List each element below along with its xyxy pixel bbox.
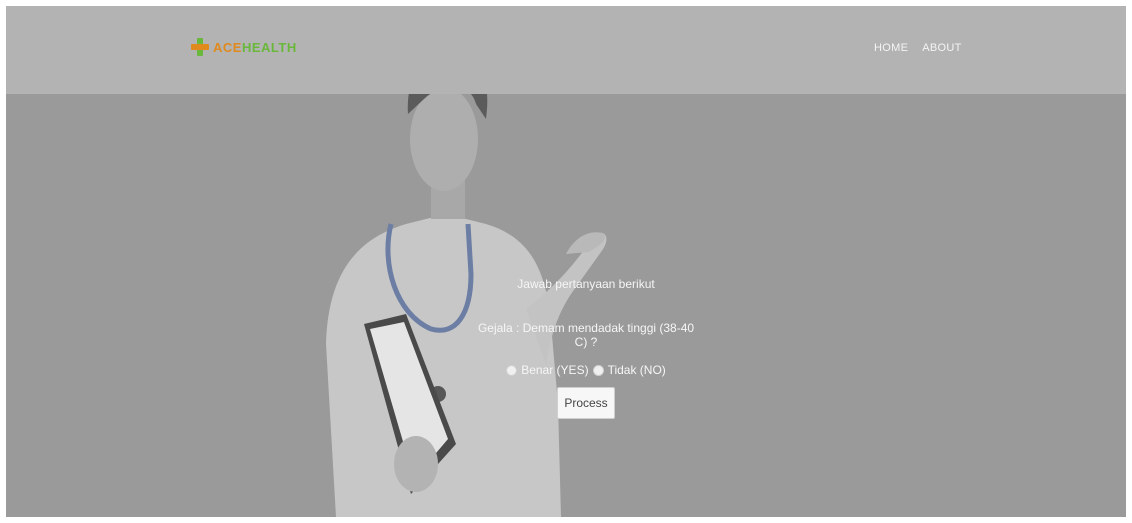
diagnosis-form: Jawab pertanyaan berikut Gejala : Demam … bbox=[476, 261, 696, 419]
form-intro-text: Jawab pertanyaan berikut bbox=[517, 277, 655, 291]
brand-logo[interactable]: ACEHEALTH bbox=[191, 38, 297, 56]
brand-suffix: HEALTH bbox=[241, 39, 297, 55]
answer-options: Benar (YES) Tidak (NO) bbox=[476, 363, 696, 377]
main-nav: HOME ABOUT bbox=[874, 42, 962, 54]
brand-name: ACEHEALTH bbox=[213, 40, 297, 55]
radio-yes[interactable] bbox=[506, 364, 518, 376]
radio-no[interactable] bbox=[592, 364, 604, 376]
top-navbar: ACEHEALTH HOME ABOUT bbox=[6, 6, 1126, 94]
nav-link-about[interactable]: ABOUT bbox=[922, 42, 961, 54]
symptom-question: Gejala : Demam mendadak tinggi (38-40 C)… bbox=[477, 321, 695, 349]
medical-cross-icon bbox=[191, 38, 209, 56]
option-yes-label: Benar (YES) bbox=[521, 363, 589, 377]
process-button[interactable]: Process bbox=[557, 387, 615, 419]
browser-viewport: ACEHEALTH HOME ABOUT Jawab pertanyaan be… bbox=[6, 6, 1126, 517]
brand-prefix: ACE bbox=[213, 39, 242, 55]
option-no-label: Tidak (NO) bbox=[607, 363, 666, 377]
nav-link-home[interactable]: HOME bbox=[874, 42, 908, 54]
